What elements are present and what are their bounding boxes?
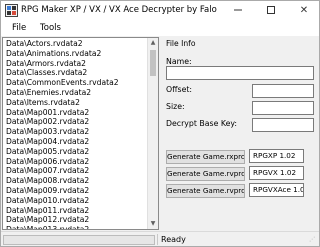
- generate-rvproj-button[interactable]: Generate Game.rvproj: [166, 167, 245, 181]
- minimize-button[interactable]: [225, 1, 251, 21]
- status-bar: Ready ⋰: [1, 231, 319, 246]
- scroll-thumb[interactable]: [150, 50, 156, 76]
- title-bar[interactable]: RPG Maker XP / VX / VX Ace Decrypter by …: [1, 1, 319, 21]
- file-list-scrollbar[interactable]: ▲ ▼: [147, 38, 158, 229]
- scroll-down-icon[interactable]: ▼: [148, 219, 158, 229]
- rpgvxace-version-field[interactable]: RPGVXAce 1.00: [249, 183, 304, 197]
- minimize-icon: [234, 9, 242, 11]
- file-info-group: File Info Name: Offset: Size: Decrypt Ba…: [162, 37, 318, 230]
- menu-bar: File Tools: [1, 21, 319, 36]
- decrypt-key-field[interactable]: [252, 118, 314, 132]
- file-list[interactable]: Data\Actors.rvdata2 Data\Animations.rvdat…: [2, 37, 159, 230]
- name-label: Name:: [166, 57, 192, 66]
- file-list-item[interactable]: Data\Map006.rvdata2: [3, 157, 148, 167]
- file-list-item[interactable]: Data\Items.rvdata2: [3, 98, 148, 108]
- file-list-items: Data\Actors.rvdata2 Data\Animations.rvdat…: [3, 39, 148, 229]
- offset-label: Offset:: [166, 85, 193, 94]
- offset-field[interactable]: [252, 84, 314, 98]
- menu-file[interactable]: File: [12, 23, 26, 33]
- name-field[interactable]: [166, 66, 314, 80]
- file-list-item[interactable]: Data\Armors.rvdata2: [3, 59, 148, 69]
- file-list-item[interactable]: Data\Map002.rvdata2: [3, 117, 148, 127]
- size-label: Size:: [166, 102, 185, 111]
- menu-tools[interactable]: Tools: [40, 23, 61, 33]
- close-button[interactable]: ✕: [291, 1, 317, 21]
- file-list-item[interactable]: Data\Map010.rvdata2: [3, 196, 148, 206]
- file-list-item[interactable]: Data\Map013.rvdata2: [3, 225, 148, 229]
- size-field[interactable]: [252, 101, 314, 115]
- file-list-item[interactable]: Data\Map001.rvdata2: [3, 108, 148, 118]
- status-text: Ready: [161, 235, 186, 244]
- generate-rvproj2-button[interactable]: Generate Game.rvproj2: [166, 184, 245, 198]
- file-list-item[interactable]: Data\Animations.rvdata2: [3, 49, 148, 59]
- scroll-up-icon[interactable]: ▲: [148, 38, 158, 48]
- file-list-item[interactable]: Data\Map004.rvdata2: [3, 137, 148, 147]
- file-list-item[interactable]: Data\Map012.rvdata2: [3, 215, 148, 225]
- app-window: RPG Maker XP / VX / VX Ace Decrypter by …: [0, 0, 320, 247]
- rpgvx-version-field[interactable]: RPGVX 1.02: [249, 166, 304, 180]
- file-list-item[interactable]: Data\Map009.rvdata2: [3, 186, 148, 196]
- file-list-item[interactable]: Data\Map011.rvdata2: [3, 206, 148, 216]
- close-icon: ✕: [299, 5, 309, 16]
- file-list-item[interactable]: Data\Map008.rvdata2: [3, 176, 148, 186]
- window-title: RPG Maker XP / VX / VX Ace Decrypter by …: [21, 5, 217, 15]
- status-separator: [157, 234, 158, 245]
- file-list-item[interactable]: Data\CommonEvents.rvdata2: [3, 78, 148, 88]
- app-icon: [5, 4, 18, 17]
- file-list-item[interactable]: Data\Enemies.rvdata2: [3, 88, 148, 98]
- decrypt-key-label: Decrypt Base Key:: [166, 119, 238, 128]
- file-list-item[interactable]: Data\Classes.rvdata2: [3, 68, 148, 78]
- file-info-title: File Info: [166, 39, 196, 48]
- maximize-button[interactable]: [258, 1, 284, 21]
- file-list-item[interactable]: Data\Map003.rvdata2: [3, 127, 148, 137]
- file-list-item[interactable]: Data\Map005.rvdata2: [3, 147, 148, 157]
- file-list-item[interactable]: Data\Actors.rvdata2: [3, 39, 148, 49]
- progress-bar: [3, 235, 155, 245]
- rpgxp-version-field[interactable]: RPGXP 1.02: [249, 149, 304, 163]
- file-list-item[interactable]: Data\Map007.rvdata2: [3, 166, 148, 176]
- maximize-icon: [267, 6, 275, 14]
- resize-grip-icon[interactable]: ⋰: [309, 236, 317, 244]
- generate-rxproj-button[interactable]: Generate Game.rxproj: [166, 150, 245, 164]
